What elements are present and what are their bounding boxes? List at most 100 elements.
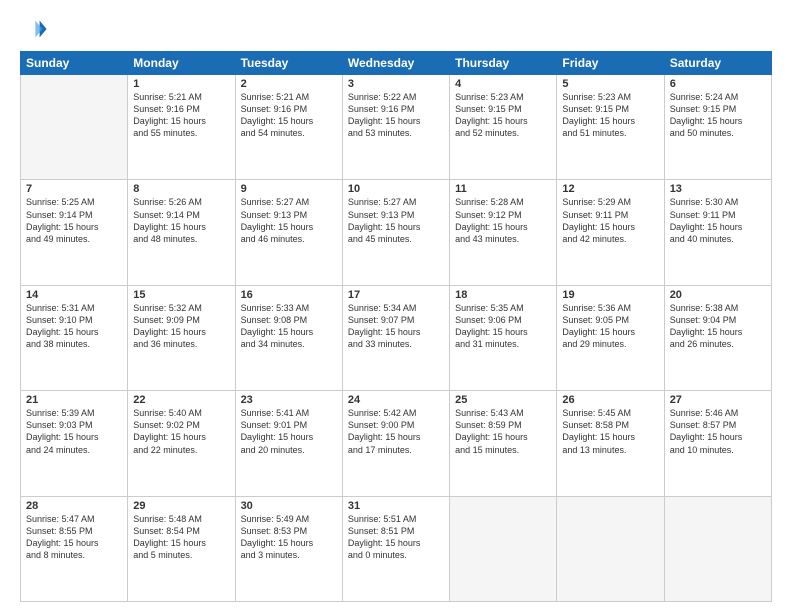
day-number: 18 [455, 289, 551, 301]
calendar-cell: 27Sunrise: 5:46 AM Sunset: 8:57 PM Dayli… [664, 391, 771, 496]
day-number: 29 [133, 500, 229, 512]
col-header-tuesday: Tuesday [235, 52, 342, 75]
day-number: 24 [348, 394, 444, 406]
day-info: Sunrise: 5:23 AM Sunset: 9:15 PM Dayligh… [455, 91, 551, 140]
calendar-cell: 22Sunrise: 5:40 AM Sunset: 9:02 PM Dayli… [128, 391, 235, 496]
calendar-cell: 14Sunrise: 5:31 AM Sunset: 9:10 PM Dayli… [21, 285, 128, 390]
day-number: 15 [133, 289, 229, 301]
day-info: Sunrise: 5:49 AM Sunset: 8:53 PM Dayligh… [241, 513, 337, 562]
col-header-thursday: Thursday [450, 52, 557, 75]
day-number: 12 [562, 183, 658, 195]
calendar-cell: 13Sunrise: 5:30 AM Sunset: 9:11 PM Dayli… [664, 180, 771, 285]
day-number: 1 [133, 78, 229, 90]
day-info: Sunrise: 5:21 AM Sunset: 9:16 PM Dayligh… [241, 91, 337, 140]
day-number: 3 [348, 78, 444, 90]
day-number: 4 [455, 78, 551, 90]
day-info: Sunrise: 5:51 AM Sunset: 8:51 PM Dayligh… [348, 513, 444, 562]
logo-icon [20, 15, 48, 43]
calendar-cell: 8Sunrise: 5:26 AM Sunset: 9:14 PM Daylig… [128, 180, 235, 285]
day-info: Sunrise: 5:21 AM Sunset: 9:16 PM Dayligh… [133, 91, 229, 140]
calendar-cell: 15Sunrise: 5:32 AM Sunset: 9:09 PM Dayli… [128, 285, 235, 390]
calendar-cell: 16Sunrise: 5:33 AM Sunset: 9:08 PM Dayli… [235, 285, 342, 390]
day-number: 5 [562, 78, 658, 90]
calendar-cell [557, 496, 664, 601]
day-info: Sunrise: 5:36 AM Sunset: 9:05 PM Dayligh… [562, 302, 658, 351]
day-info: Sunrise: 5:42 AM Sunset: 9:00 PM Dayligh… [348, 407, 444, 456]
calendar-cell: 18Sunrise: 5:35 AM Sunset: 9:06 PM Dayli… [450, 285, 557, 390]
calendar-cell: 11Sunrise: 5:28 AM Sunset: 9:12 PM Dayli… [450, 180, 557, 285]
col-header-monday: Monday [128, 52, 235, 75]
day-info: Sunrise: 5:31 AM Sunset: 9:10 PM Dayligh… [26, 302, 122, 351]
calendar-cell: 3Sunrise: 5:22 AM Sunset: 9:16 PM Daylig… [342, 75, 449, 180]
day-info: Sunrise: 5:43 AM Sunset: 8:59 PM Dayligh… [455, 407, 551, 456]
day-info: Sunrise: 5:34 AM Sunset: 9:07 PM Dayligh… [348, 302, 444, 351]
day-info: Sunrise: 5:23 AM Sunset: 9:15 PM Dayligh… [562, 91, 658, 140]
day-info: Sunrise: 5:30 AM Sunset: 9:11 PM Dayligh… [670, 196, 766, 245]
calendar-body: 1Sunrise: 5:21 AM Sunset: 9:16 PM Daylig… [21, 75, 772, 602]
calendar-cell: 6Sunrise: 5:24 AM Sunset: 9:15 PM Daylig… [664, 75, 771, 180]
col-header-saturday: Saturday [664, 52, 771, 75]
col-header-friday: Friday [557, 52, 664, 75]
calendar-cell: 4Sunrise: 5:23 AM Sunset: 9:15 PM Daylig… [450, 75, 557, 180]
calendar-cell: 21Sunrise: 5:39 AM Sunset: 9:03 PM Dayli… [21, 391, 128, 496]
calendar-cell: 25Sunrise: 5:43 AM Sunset: 8:59 PM Dayli… [450, 391, 557, 496]
header [20, 15, 772, 43]
calendar-cell: 26Sunrise: 5:45 AM Sunset: 8:58 PM Dayli… [557, 391, 664, 496]
day-number: 9 [241, 183, 337, 195]
day-number: 21 [26, 394, 122, 406]
calendar-cell: 19Sunrise: 5:36 AM Sunset: 9:05 PM Dayli… [557, 285, 664, 390]
day-number: 28 [26, 500, 122, 512]
day-number: 27 [670, 394, 766, 406]
day-info: Sunrise: 5:48 AM Sunset: 8:54 PM Dayligh… [133, 513, 229, 562]
calendar-cell [21, 75, 128, 180]
day-number: 20 [670, 289, 766, 301]
day-info: Sunrise: 5:33 AM Sunset: 9:08 PM Dayligh… [241, 302, 337, 351]
day-info: Sunrise: 5:38 AM Sunset: 9:04 PM Dayligh… [670, 302, 766, 351]
day-info: Sunrise: 5:47 AM Sunset: 8:55 PM Dayligh… [26, 513, 122, 562]
day-number: 13 [670, 183, 766, 195]
calendar-cell [664, 496, 771, 601]
day-number: 17 [348, 289, 444, 301]
day-info: Sunrise: 5:35 AM Sunset: 9:06 PM Dayligh… [455, 302, 551, 351]
calendar-cell: 10Sunrise: 5:27 AM Sunset: 9:13 PM Dayli… [342, 180, 449, 285]
calendar-cell: 24Sunrise: 5:42 AM Sunset: 9:00 PM Dayli… [342, 391, 449, 496]
calendar-cell: 29Sunrise: 5:48 AM Sunset: 8:54 PM Dayli… [128, 496, 235, 601]
day-info: Sunrise: 5:28 AM Sunset: 9:12 PM Dayligh… [455, 196, 551, 245]
day-info: Sunrise: 5:41 AM Sunset: 9:01 PM Dayligh… [241, 407, 337, 456]
day-info: Sunrise: 5:39 AM Sunset: 9:03 PM Dayligh… [26, 407, 122, 456]
day-number: 23 [241, 394, 337, 406]
day-number: 14 [26, 289, 122, 301]
day-number: 22 [133, 394, 229, 406]
calendar-cell: 28Sunrise: 5:47 AM Sunset: 8:55 PM Dayli… [21, 496, 128, 601]
calendar-cell: 1Sunrise: 5:21 AM Sunset: 9:16 PM Daylig… [128, 75, 235, 180]
calendar-cell: 5Sunrise: 5:23 AM Sunset: 9:15 PM Daylig… [557, 75, 664, 180]
day-number: 19 [562, 289, 658, 301]
day-number: 2 [241, 78, 337, 90]
calendar-cell: 9Sunrise: 5:27 AM Sunset: 9:13 PM Daylig… [235, 180, 342, 285]
calendar-table: SundayMondayTuesdayWednesdayThursdayFrid… [20, 51, 772, 602]
calendar-cell: 2Sunrise: 5:21 AM Sunset: 9:16 PM Daylig… [235, 75, 342, 180]
day-info: Sunrise: 5:46 AM Sunset: 8:57 PM Dayligh… [670, 407, 766, 456]
calendar-cell: 31Sunrise: 5:51 AM Sunset: 8:51 PM Dayli… [342, 496, 449, 601]
day-number: 16 [241, 289, 337, 301]
calendar-cell: 17Sunrise: 5:34 AM Sunset: 9:07 PM Dayli… [342, 285, 449, 390]
col-header-sunday: Sunday [21, 52, 128, 75]
day-number: 31 [348, 500, 444, 512]
calendar-cell: 30Sunrise: 5:49 AM Sunset: 8:53 PM Dayli… [235, 496, 342, 601]
day-info: Sunrise: 5:25 AM Sunset: 9:14 PM Dayligh… [26, 196, 122, 245]
day-number: 11 [455, 183, 551, 195]
calendar-cell: 20Sunrise: 5:38 AM Sunset: 9:04 PM Dayli… [664, 285, 771, 390]
day-number: 8 [133, 183, 229, 195]
column-headers: SundayMondayTuesdayWednesdayThursdayFrid… [21, 52, 772, 75]
calendar-cell: 12Sunrise: 5:29 AM Sunset: 9:11 PM Dayli… [557, 180, 664, 285]
day-info: Sunrise: 5:32 AM Sunset: 9:09 PM Dayligh… [133, 302, 229, 351]
day-number: 25 [455, 394, 551, 406]
col-header-wednesday: Wednesday [342, 52, 449, 75]
calendar-cell: 23Sunrise: 5:41 AM Sunset: 9:01 PM Dayli… [235, 391, 342, 496]
day-info: Sunrise: 5:24 AM Sunset: 9:15 PM Dayligh… [670, 91, 766, 140]
day-info: Sunrise: 5:26 AM Sunset: 9:14 PM Dayligh… [133, 196, 229, 245]
calendar-cell [450, 496, 557, 601]
day-number: 26 [562, 394, 658, 406]
day-info: Sunrise: 5:45 AM Sunset: 8:58 PM Dayligh… [562, 407, 658, 456]
day-info: Sunrise: 5:27 AM Sunset: 9:13 PM Dayligh… [241, 196, 337, 245]
